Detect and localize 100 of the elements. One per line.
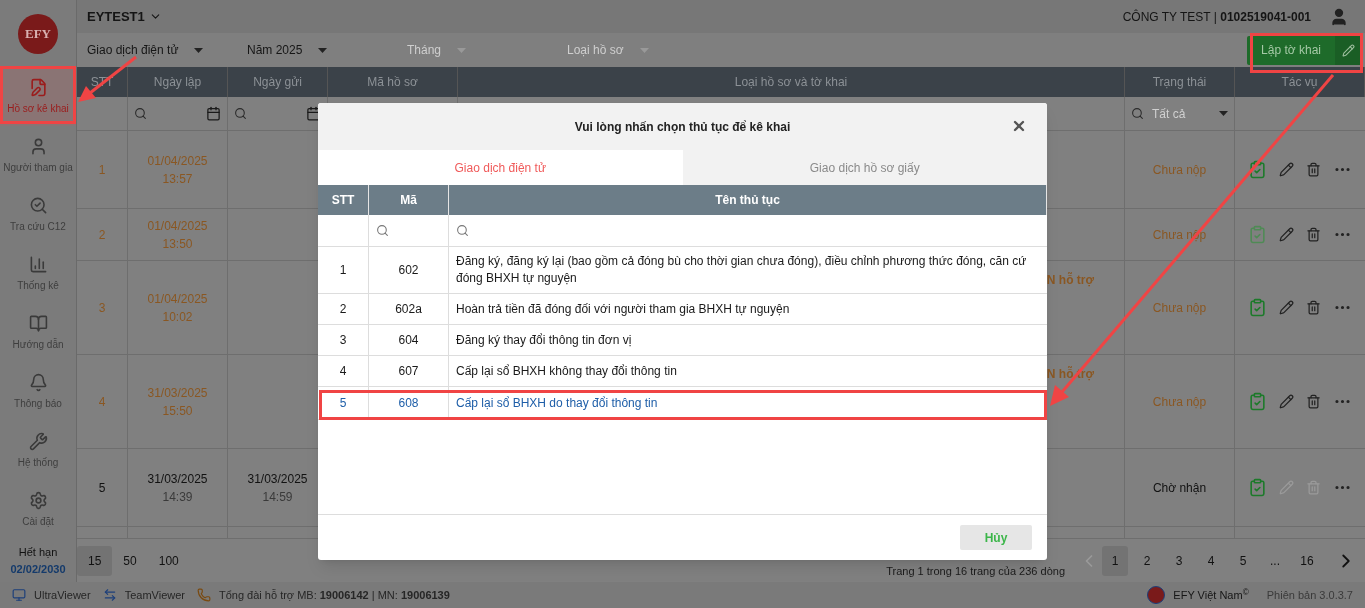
sent-time: 14:59 (262, 488, 293, 506)
table-cell-text: 4 (98, 393, 106, 411)
procedure-row[interactable]: 4 607 Cấp lại sổ BHXH không thay đổi thông tin (318, 356, 1047, 387)
page-button[interactable]: 4 (1198, 545, 1224, 576)
page-button[interactable]: 1 (1102, 545, 1128, 576)
tab[interactable]: Giao dịch hồ sơ giấy (682, 150, 1047, 185)
pencil-icon (1342, 43, 1355, 57)
created-time: 10:02 (162, 308, 193, 326)
table-cell-text: 604 (398, 332, 419, 349)
sidebar-item[interactable]: Hệ thống (0, 421, 76, 480)
page-size-option[interactable]: 50 (112, 545, 148, 576)
caret-icon (194, 47, 204, 53)
table-cell-text: Đăng ký, đăng ký lại (bao gồm cả đóng bù cho thời gian chưa đóng), điều chỉnh phương thức đóng, căn cứ đóng BHXH tự nguyện (456, 253, 1028, 287)
tools-icon (28, 431, 48, 451)
table-cell-text: 1 (339, 262, 347, 279)
expiry-label: Hết hạn (18, 545, 58, 560)
close-icon[interactable] (1011, 118, 1027, 134)
brand-name: EFY Việt Nam$^{©}$ (1173, 586, 1249, 603)
page-size-option[interactable]: 15 (77, 545, 113, 576)
bar-chart-icon (28, 254, 48, 274)
procedure-row[interactable]: 1 602 Đăng ký, đăng ký lại (bao gồm cả đóng bù cho thời gian chưa đóng), điều chỉnh phương thức đóng, căn cứ đóng BHXH tự nguyện (318, 247, 1047, 294)
trash-icon[interactable] (1306, 162, 1321, 177)
status-label: Chưa nộp (1152, 299, 1207, 317)
cancel-button[interactable]: Hủy (960, 525, 1032, 550)
pencil-icon[interactable] (1279, 227, 1294, 242)
logo: EFY (18, 13, 58, 54)
column-header: Mã (369, 185, 449, 215)
trash-icon[interactable] (1306, 394, 1321, 409)
account-dropdown[interactable]: EYTEST1 (87, 6, 162, 27)
page-size-option[interactable]: 100 (147, 545, 190, 576)
column-header: Tên thủ tục (449, 185, 1047, 215)
sidebar-item[interactable]: Người tham gia (0, 126, 76, 185)
arrow (78, 55, 137, 102)
user-icon[interactable] (1329, 6, 1349, 27)
search-icon[interactable] (456, 224, 469, 237)
page-button[interactable]: ... (1262, 545, 1288, 576)
caret-icon (1219, 111, 1228, 116)
monitor-icon (12, 588, 26, 602)
caret-icon (457, 47, 467, 53)
status-bar-text: Tổng đài hỗ trợ MB: 19006142 | MN: 19006139 (219, 587, 450, 603)
settings-icon (28, 490, 48, 510)
table-cell-text: 2 (339, 301, 347, 318)
caret-icon (318, 47, 328, 53)
status-label: Chờ nhận (1152, 479, 1207, 497)
column-header: Tác vụ (1235, 67, 1365, 97)
table-cell-text: 602a (395, 301, 422, 318)
sidebar-item[interactable]: Cài đặt (0, 480, 76, 539)
created-date: 31/03/2025 (147, 384, 208, 402)
created-date: 01/04/2025 (147, 152, 208, 170)
sidebar-item[interactable]: Tra cứu C12 (0, 185, 76, 244)
search-icon[interactable] (134, 107, 147, 120)
column-header: Mã hồ sơ (328, 67, 458, 97)
search-icon[interactable] (234, 107, 247, 120)
column-header: STT (318, 185, 369, 215)
page-button[interactable]: 2 (1134, 545, 1160, 576)
expiry-date: 02/02/2030 (10, 561, 66, 577)
page-button[interactable]: 5 (1230, 545, 1256, 576)
page-button[interactable]: 3 (1166, 545, 1192, 576)
status-label: Chưa nộp (1152, 161, 1207, 179)
table-cell-text: 5 (339, 395, 347, 412)
procedure-row[interactable]: 5 608 Cấp lại sổ BHXH do thay đổi thông tin (318, 387, 1047, 420)
document-pen-icon (28, 77, 48, 97)
create-form-button[interactable]: Lập tờ khai (1247, 35, 1362, 65)
dialog-title: Vui lòng nhấn chọn thủ tục để kê khai (574, 118, 791, 136)
pencil-icon[interactable] (1279, 162, 1294, 177)
search-icon[interactable] (1131, 107, 1144, 120)
filter-dropdown[interactable]: Giao dịch điện tử (87, 41, 247, 59)
filter-dropdown[interactable]: Năm 2025 (247, 41, 407, 59)
procedure-row[interactable]: 2 602a Hoàn trả tiền đã đóng đối với người tham gia BHXH tự nguyện (318, 294, 1047, 325)
pencil-icon[interactable] (1279, 300, 1294, 315)
page-button[interactable]: 16 (1294, 545, 1320, 576)
created-date: 31/03/2025 (147, 470, 208, 488)
column-header: Loại hồ sơ và tờ khai (458, 67, 1125, 97)
brand-logo (1147, 586, 1166, 604)
bell-icon (28, 372, 48, 392)
table-cell-text: 608 (398, 395, 419, 412)
created-date: 01/04/2025 (147, 217, 208, 235)
pencil-icon[interactable] (1279, 394, 1294, 409)
sidebar-item[interactable]: Thông báo (0, 362, 76, 421)
search-icon (28, 195, 48, 215)
table-cell: Đăng ký thay đổi thông tin đơn vị (456, 331, 632, 349)
created-time: 15:50 (162, 402, 193, 420)
created-time: 14:39 (162, 488, 193, 506)
table-cell-text: 5 (98, 479, 106, 497)
trash-icon[interactable] (1306, 300, 1321, 315)
book-icon (28, 313, 48, 333)
table-cell-text: 4 (339, 363, 347, 380)
sidebar-item[interactable]: Thống kê (0, 244, 76, 303)
version-label: Phiên bản 3.0.3.7 (1266, 587, 1353, 603)
procedure-row[interactable]: 3 604 Đăng ký thay đổi thông tin đơn vị (318, 325, 1047, 356)
status-filter-select[interactable]: Tất cả (1152, 104, 1228, 123)
table-cell-text: 3 (339, 332, 347, 349)
calendar-icon[interactable] (306, 106, 321, 121)
arrows-icon (102, 588, 117, 602)
status-bar-text[interactable]: TeamViewer (124, 586, 185, 604)
trash-icon[interactable] (1306, 227, 1321, 242)
status-bar-text[interactable]: UltraViewer (34, 586, 91, 604)
column-header: Ngày gửi (228, 67, 328, 97)
table-cell-text: 2 (98, 226, 106, 244)
search-icon[interactable] (376, 224, 389, 237)
